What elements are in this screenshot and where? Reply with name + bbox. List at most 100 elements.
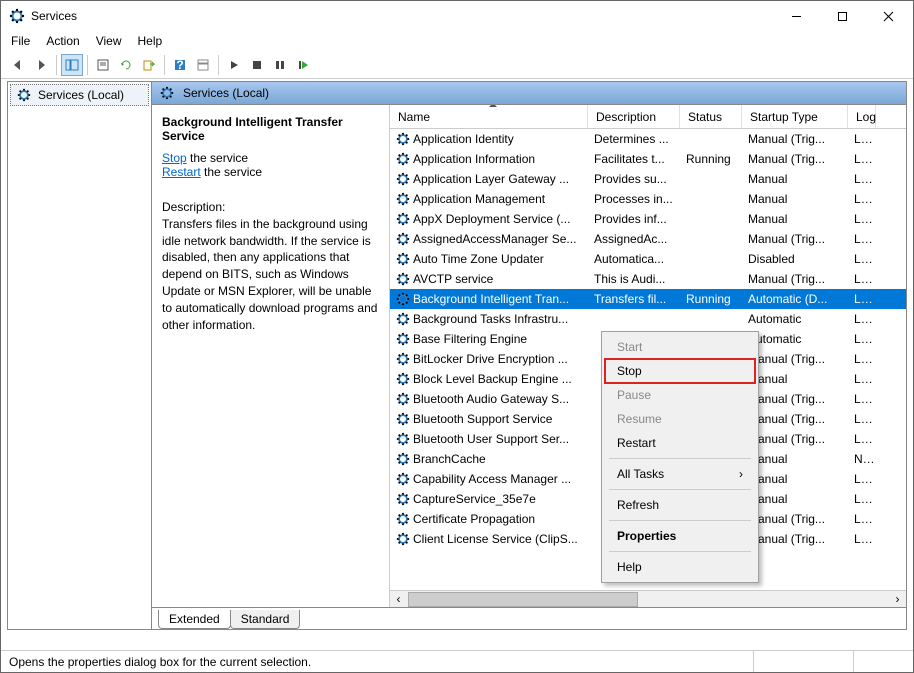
status-text: Opens the properties dialog box for the … — [9, 655, 311, 669]
service-name: Auto Time Zone Updater — [413, 252, 544, 266]
close-button[interactable] — [865, 1, 911, 31]
export-button[interactable] — [138, 54, 160, 76]
service-name: Application Layer Gateway ... — [413, 172, 569, 186]
scroll-right-icon[interactable]: › — [889, 591, 906, 608]
service-name: Block Level Backup Engine ... — [413, 372, 572, 386]
tree-pane: Services (Local) — [8, 82, 152, 629]
table-row[interactable]: Application Layer Gateway ...Provides su… — [390, 169, 906, 189]
menu-file[interactable]: File — [11, 34, 30, 48]
table-row[interactable]: Application InformationFacilitates t...R… — [390, 149, 906, 169]
restart-link[interactable]: Restart — [162, 165, 201, 179]
service-name: Background Intelligent Tran... — [413, 292, 569, 306]
gear-icon — [396, 312, 410, 326]
table-row[interactable]: Background Tasks Infrastru...AutomaticLo… — [390, 309, 906, 329]
svg-text:?: ? — [176, 58, 183, 72]
service-logon: Loc — [848, 132, 876, 146]
ctx-properties[interactable]: Properties — [605, 524, 755, 548]
horizontal-scrollbar[interactable]: ‹ › — [390, 590, 906, 607]
ctx-separator — [609, 458, 751, 459]
main-area: Services (Local) Services (Local) Backgr… — [7, 81, 907, 630]
gear-icon — [396, 392, 410, 406]
ctx-all-tasks[interactable]: All Tasks — [605, 462, 755, 486]
service-name: Bluetooth User Support Ser... — [413, 432, 569, 446]
service-logon: Loc — [848, 412, 876, 426]
service-name: Application Management — [413, 192, 545, 206]
service-name: Application Information — [413, 152, 535, 166]
service-logon: Loc — [848, 232, 876, 246]
content-header-label: Services (Local) — [183, 86, 269, 100]
service-name: BitLocker Drive Encryption ... — [413, 352, 568, 366]
service-description: Transfers fil... — [588, 292, 680, 306]
stop-service-button[interactable] — [246, 54, 268, 76]
service-description: AssignedAc... — [588, 232, 680, 246]
tree-item-label: Services (Local) — [38, 88, 124, 102]
scroll-thumb[interactable] — [408, 592, 638, 607]
column-headers: Name Description Status Startup Type Log — [390, 105, 906, 129]
service-name: Capability Access Manager ... — [413, 472, 571, 486]
service-name: AssignedAccessManager Se... — [413, 232, 576, 246]
gear-icon — [396, 472, 410, 486]
gear-icon — [396, 412, 410, 426]
refresh-button[interactable] — [115, 54, 137, 76]
column-description[interactable]: Description — [588, 105, 680, 128]
gear-icon — [396, 192, 410, 206]
menu-action[interactable]: Action — [46, 34, 79, 48]
help-button[interactable]: ? — [169, 54, 191, 76]
service-name: Bluetooth Support Service — [413, 412, 552, 426]
gear-icon — [396, 232, 410, 246]
service-logon: Loc — [848, 492, 876, 506]
minimize-button[interactable] — [773, 1, 819, 31]
column-name[interactable]: Name — [390, 105, 588, 128]
service-logon: Loc — [848, 192, 876, 206]
stop-link[interactable]: Stop — [162, 151, 187, 165]
table-row[interactable]: Auto Time Zone UpdaterAutomatica...Disab… — [390, 249, 906, 269]
ctx-stop[interactable]: Stop — [605, 359, 755, 383]
toolbar: ? — [1, 51, 913, 79]
column-logon[interactable]: Log — [848, 105, 876, 128]
forward-button[interactable] — [30, 54, 52, 76]
service-startup-type: Automatic (D... — [742, 292, 848, 306]
tab-standard[interactable]: Standard — [230, 610, 301, 629]
service-name: Application Identity — [413, 132, 514, 146]
table-row[interactable]: AssignedAccessManager Se... AssignedAc...… — [390, 229, 906, 249]
gear-icon — [396, 452, 410, 466]
service-logon: Loc — [848, 152, 876, 166]
ctx-restart[interactable]: Restart — [605, 431, 755, 455]
table-row[interactable]: Application IdentityDetermines ...Manual… — [390, 129, 906, 149]
sort-asc-icon — [489, 105, 497, 107]
ctx-refresh[interactable]: Refresh — [605, 493, 755, 517]
scroll-left-icon[interactable]: ‹ — [390, 591, 407, 608]
gear-icon — [396, 292, 410, 306]
service-logon: Loc — [848, 532, 876, 546]
service-logon: Loc — [848, 272, 876, 286]
service-description: Automatica... — [588, 252, 680, 266]
table-row[interactable]: AppX Deployment Service (...Provides inf… — [390, 209, 906, 229]
show-tree-button[interactable] — [61, 54, 83, 76]
maximize-button[interactable] — [819, 1, 865, 31]
back-button[interactable] — [7, 54, 29, 76]
gear-icon — [396, 372, 410, 386]
tab-extended[interactable]: Extended — [158, 610, 231, 629]
start-service-button[interactable] — [223, 54, 245, 76]
title-bar: Services — [1, 1, 913, 31]
pause-service-button[interactable] — [269, 54, 291, 76]
tree-item-services-local[interactable]: Services (Local) — [10, 84, 149, 106]
ctx-help[interactable]: Help — [605, 555, 755, 579]
menu-view[interactable]: View — [96, 34, 122, 48]
view-button[interactable] — [192, 54, 214, 76]
menu-help[interactable]: Help — [138, 34, 163, 48]
content-pane: Services (Local) Background Intelligent … — [152, 82, 906, 629]
table-row[interactable]: Background Intelligent Tran... Transfers … — [390, 289, 906, 309]
service-logon: Loc — [848, 212, 876, 226]
restart-service-button[interactable] — [292, 54, 314, 76]
table-row[interactable]: AVCTP serviceThis is Audi...Manual (Trig… — [390, 269, 906, 289]
properties-button[interactable] — [92, 54, 114, 76]
table-row[interactable]: Application ManagementProcesses in...Man… — [390, 189, 906, 209]
menu-bar: File Action View Help — [1, 31, 913, 51]
column-startup-type[interactable]: Startup Type — [742, 105, 848, 128]
gear-icon — [396, 132, 410, 146]
gear-icon — [396, 152, 410, 166]
status-cell-3 — [853, 651, 905, 672]
ctx-separator — [609, 551, 751, 552]
column-status[interactable]: Status — [680, 105, 742, 128]
